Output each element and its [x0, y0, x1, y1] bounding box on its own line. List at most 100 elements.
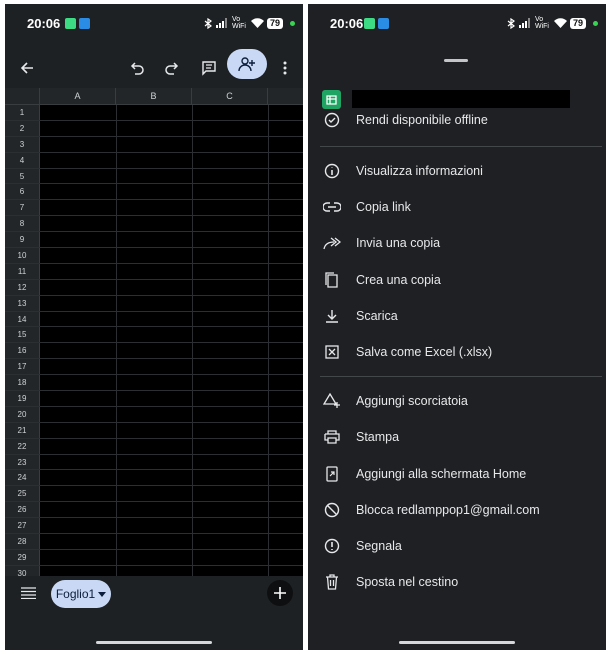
status-time: 20:06	[27, 16, 61, 31]
battery-level: 79	[569, 17, 586, 29]
row-header[interactable]: 5	[5, 168, 40, 184]
share-button[interactable]	[227, 49, 267, 79]
undo-button[interactable]	[123, 54, 151, 82]
table-row: 1	[5, 105, 303, 121]
column-header-b[interactable]: B	[116, 88, 192, 105]
report-icon	[322, 536, 342, 556]
redo-button[interactable]	[158, 54, 186, 82]
row-header[interactable]: 12	[5, 279, 40, 295]
wifi-icon	[250, 18, 264, 28]
table-row: 21	[5, 422, 303, 439]
excel-icon	[322, 342, 342, 362]
row-header[interactable]: 7	[5, 200, 40, 216]
row-header[interactable]: 15	[5, 327, 40, 343]
row-header[interactable]: 27	[5, 518, 40, 534]
column-header-row: A B C	[5, 88, 303, 105]
wifi-icon	[553, 18, 567, 28]
menu-icon	[21, 587, 36, 600]
row-header[interactable]: 3	[5, 136, 40, 152]
row-header[interactable]: 25	[5, 486, 40, 502]
row-header[interactable]: 21	[5, 422, 40, 438]
column-header-a[interactable]: A	[40, 88, 116, 105]
select-all-corner[interactable]	[5, 88, 40, 105]
menu-item-download[interactable]: Scarica	[308, 298, 606, 334]
menu-item-label: Aggiungi scorciatoia	[356, 394, 468, 408]
table-row: 18	[5, 375, 303, 392]
forward-icon	[322, 233, 342, 253]
undo-icon	[130, 62, 144, 75]
row-header[interactable]: 4	[5, 152, 40, 168]
row-header[interactable]: 17	[5, 359, 40, 375]
notification-icon	[65, 18, 76, 29]
table-row: 14	[5, 311, 303, 328]
row-header[interactable]: 29	[5, 549, 40, 565]
row-header[interactable]: 20	[5, 406, 40, 422]
row-header[interactable]: 22	[5, 438, 40, 454]
table-row: 2	[5, 120, 303, 137]
sigma-icon	[79, 18, 90, 29]
back-button[interactable]	[13, 54, 41, 82]
table-row: 28	[5, 534, 303, 550]
home-indicator[interactable]	[96, 641, 212, 644]
menu-item-label: Sposta nel cestino	[356, 575, 459, 589]
download-icon	[322, 306, 342, 326]
home-indicator[interactable]	[399, 641, 515, 644]
row-header[interactable]: 19	[5, 391, 40, 406]
table-row: 23	[5, 454, 303, 471]
sheet-tab-foglio1[interactable]: Foglio1	[51, 580, 111, 608]
row-header[interactable]: 10	[5, 248, 40, 263]
comment-button[interactable]	[195, 54, 223, 82]
row-header[interactable]: 26	[5, 502, 40, 518]
menu-item-make-copy[interactable]: Crea una copia	[308, 262, 606, 298]
row-header[interactable]: 6	[5, 184, 40, 200]
row-header[interactable]: 1	[5, 105, 40, 120]
row-header[interactable]: 24	[5, 470, 40, 486]
add-sheet-button[interactable]	[267, 580, 293, 606]
more-vert-icon	[283, 61, 287, 75]
menu-item-label: Visualizza informazioni	[356, 164, 483, 178]
menu-item-shortcut[interactable]: Aggiungi scorciatoia	[308, 383, 606, 419]
menu-item-info[interactable]: Visualizza informazioni	[308, 153, 606, 189]
row-header[interactable]: 11	[5, 263, 40, 279]
dropdown-arrow-icon	[98, 591, 107, 597]
status-time: 20:06	[330, 16, 364, 31]
table-row: 24	[5, 470, 303, 487]
row-header[interactable]: 13	[5, 295, 40, 311]
row-header[interactable]: 30	[5, 565, 40, 576]
table-row: 29	[5, 549, 303, 566]
table-row: 10	[5, 248, 303, 264]
person-add-icon	[238, 57, 255, 72]
menu-item-offline[interactable]: Rendi disponibile offline	[308, 112, 606, 138]
sheets-logo-icon	[322, 90, 341, 109]
menu-item-label: Aggiungi alla schermata Home	[356, 467, 527, 481]
menu-item-save-excel[interactable]: Salva come Excel (.xlsx)	[308, 334, 606, 370]
row-header[interactable]: 18	[5, 375, 40, 391]
row-header[interactable]: 16	[5, 343, 40, 359]
row-header[interactable]: 23	[5, 454, 40, 470]
menu-item-add-home[interactable]: Aggiungi alla schermata Home	[308, 456, 606, 492]
copy-icon	[322, 270, 342, 290]
menu-item-report[interactable]: Segnala	[308, 528, 606, 564]
spreadsheet-grid[interactable]: A B C 1 2 3 4 5 6 7 8 9 10 11 12 13 14 15 16 17 18 19 20 21 2…	[5, 88, 303, 576]
menu-item-send-copy[interactable]: Invia una copia	[308, 225, 606, 261]
menu-item-trash[interactable]: Sposta nel cestino	[308, 564, 606, 600]
all-sheets-button[interactable]	[21, 586, 36, 604]
vowifi-label: Vo WiFi	[534, 16, 549, 30]
column-header-c[interactable]: C	[192, 88, 268, 105]
table-row: 19	[5, 391, 303, 407]
menu-item-print[interactable]: Stampa	[308, 419, 606, 455]
menu-item-block[interactable]: Blocca redlamppop1@gmail.com	[308, 492, 606, 528]
block-icon	[322, 500, 342, 520]
more-button[interactable]	[271, 54, 299, 82]
row-header[interactable]: 14	[5, 311, 40, 327]
drag-handle[interactable]	[444, 59, 468, 62]
menu-item-copy-link[interactable]: Copia link	[308, 189, 606, 225]
row-header[interactable]: 8	[5, 216, 40, 232]
row-header[interactable]: 28	[5, 534, 40, 549]
menu-item-label: Salva come Excel (.xlsx)	[356, 345, 493, 359]
menu-item-label: Invia una copia	[356, 236, 441, 250]
menu-item-label: Segnala	[356, 539, 402, 553]
row-header[interactable]: 2	[5, 120, 40, 136]
status-bar: 20:06 Vo WiFi 79	[308, 4, 606, 44]
row-header[interactable]: 9	[5, 232, 40, 248]
